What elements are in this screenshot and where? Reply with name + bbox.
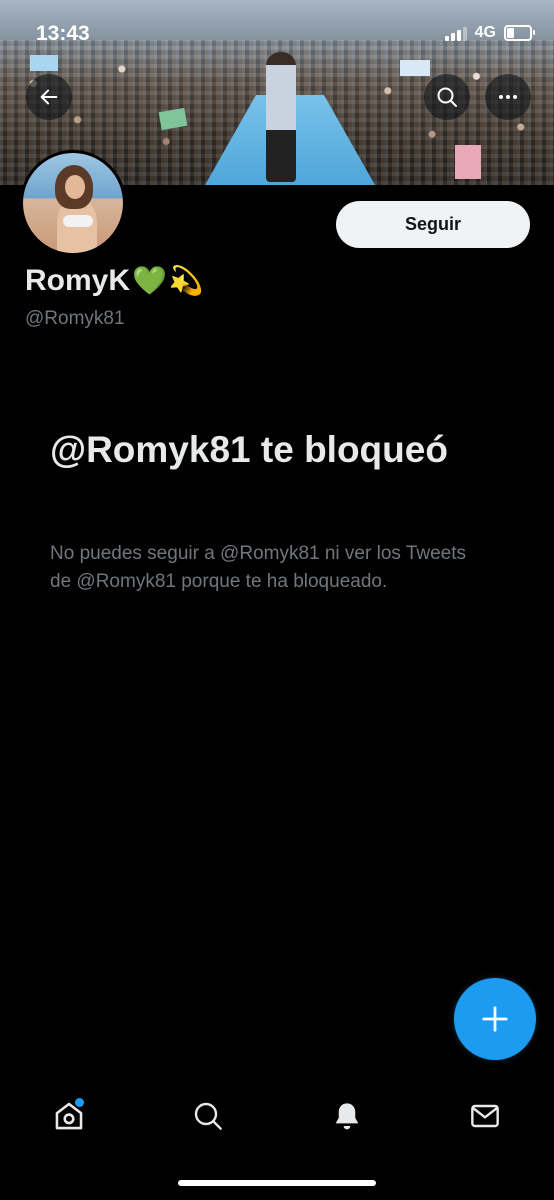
profile-handle: @Romyk81 [25,308,125,329]
more-options-button[interactable] [485,74,531,120]
compose-tweet-button[interactable] [454,978,536,1060]
banner-search-button[interactable] [424,74,470,120]
status-time: 13:43 [36,22,90,45]
search-icon [194,1102,222,1130]
follow-button[interactable]: Seguir [336,201,530,248]
home-indicator[interactable] [178,1180,376,1186]
blocked-description: No puedes seguir a @Romyk81 ni ver los T… [50,543,467,592]
banner-flag [400,60,430,76]
avatar-detail [63,215,93,227]
signal-icon [444,25,467,41]
network-type: 4G [474,24,496,41]
arrow-left-icon [40,89,58,105]
profile-avatar[interactable] [20,150,126,256]
status-indicators: 4G [444,24,535,42]
nav-explore[interactable] [186,1094,230,1138]
banner-flag [455,145,481,179]
notification-dot [75,1098,84,1107]
search-icon [437,87,457,107]
nav-notifications[interactable] [325,1094,369,1138]
more-horizontal-icon [499,95,517,99]
banner-figure [266,52,296,182]
banner-flag [30,55,58,71]
display-name: RomyK 💚 💫 [25,264,204,298]
avatar-face [65,175,85,199]
dizzy-emoji: 💫 [168,265,204,296]
nav-home[interactable] [47,1094,91,1138]
mail-icon [471,1104,499,1128]
back-button[interactable] [26,74,72,120]
green-heart-emoji: 💚 [132,265,167,296]
battery-icon [504,25,535,41]
bottom-navigation [0,1080,554,1150]
nav-messages[interactable] [463,1094,507,1138]
display-name-text: RomyK [25,264,131,297]
plus-icon [482,1006,508,1032]
blocked-title: @Romyk81 te bloqueó [50,429,448,470]
bell-icon [335,1103,359,1130]
